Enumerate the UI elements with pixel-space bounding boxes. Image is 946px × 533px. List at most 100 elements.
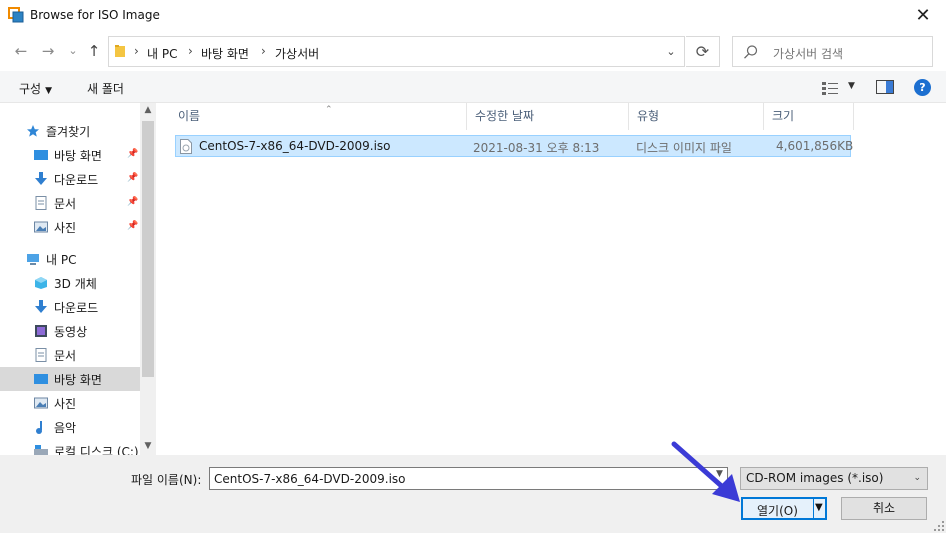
pc-icon <box>27 254 39 265</box>
star-icon <box>27 125 39 137</box>
split-divider <box>813 499 814 518</box>
breadcrumb-separator: › <box>188 44 193 58</box>
column-header-label: 이름 <box>178 109 201 123</box>
resize-grip-icon[interactable] <box>934 521 944 531</box>
sort-ascending-icon: ⌃ <box>325 105 333 115</box>
sidebar-item-label: 동영상 <box>54 325 88 339</box>
file-type-filter-value: CD-ROM images (*.iso) <box>746 471 884 485</box>
sidebar-item-label: 내 PC <box>46 253 77 267</box>
sidebar-item-videos[interactable]: 동영상 <box>0 319 140 343</box>
sidebar-item-pictures[interactable]: 사진 <box>0 391 140 415</box>
vmware-app-icon <box>8 7 24 23</box>
scrollbar-thumb[interactable] <box>142 121 154 377</box>
caret-down-icon: ▼ <box>45 86 53 96</box>
pin-icon: 📌 <box>127 221 139 231</box>
sidebar-scrollbar[interactable]: ▲ ▼ <box>140 103 156 455</box>
pictures-icon <box>34 397 48 409</box>
sidebar-item-label: 음악 <box>54 421 77 435</box>
sidebar-item-label: 사진 <box>54 397 77 411</box>
breadcrumb-separator: › <box>261 44 266 58</box>
filename-input[interactable] <box>209 467 728 490</box>
title-bar: Browse for ISO Image ✕ <box>0 0 946 31</box>
sidebar-item-my-pc[interactable]: 내 PC <box>0 247 140 271</box>
desktop-icon <box>34 374 48 384</box>
desktop-icon <box>34 150 48 160</box>
breadcrumb-separator: › <box>134 44 139 58</box>
open-options-caret-icon[interactable]: ▼ <box>815 502 823 513</box>
command-toolbar: 구성 ▼ 새 폴더 ▼ ? <box>0 71 946 103</box>
file-name: CentOS-7-x86_64-DVD-2009.iso <box>199 139 391 153</box>
pin-icon: 📌 <box>127 149 139 159</box>
document-icon <box>35 196 47 210</box>
recent-locations-button[interactable]: ⌄ <box>64 42 82 60</box>
sidebar-item-documents-pinned[interactable]: 문서 📌 <box>0 191 140 215</box>
column-header-size[interactable]: 크기 <box>764 103 854 130</box>
sidebar-item-downloads-pinned[interactable]: 다운로드 📌 <box>0 167 140 191</box>
column-header-modified[interactable]: 수정한 날짜 <box>467 103 629 130</box>
sidebar-item-label: 문서 <box>54 197 77 211</box>
navigation-bar: ← → ⌄ ↑ › 내 PC › 바탕 화면 › 가상서버 ⌄ ⟳ 가상서버 검… <box>0 33 946 69</box>
download-icon <box>35 300 47 313</box>
sidebar-item-documents[interactable]: 문서 <box>0 343 140 367</box>
address-bar[interactable]: › 내 PC › 바탕 화면 › 가상서버 ⌄ <box>108 36 685 67</box>
organize-label: 구성 <box>19 82 42 96</box>
organize-menu[interactable]: 구성 ▼ <box>19 80 52 97</box>
file-row[interactable]: CentOS-7-x86_64-DVD-2009.iso 2021-08-31 … <box>175 135 853 157</box>
sidebar-item-3d-objects[interactable]: 3D 개체 <box>0 271 140 295</box>
view-options-icon[interactable] <box>822 81 840 95</box>
scroll-up-arrow-icon[interactable]: ▲ <box>140 105 156 115</box>
search-box[interactable]: 가상서버 검색 <box>732 36 933 67</box>
forward-button[interactable]: → <box>39 42 57 60</box>
sidebar-item-label: 문서 <box>54 349 77 363</box>
view-options-caret-icon[interactable]: ▼ <box>848 81 855 91</box>
back-button[interactable]: ← <box>12 42 30 60</box>
cube-icon <box>35 277 47 289</box>
drive-icon <box>34 445 48 455</box>
column-header-type[interactable]: 유형 <box>629 103 764 130</box>
disc-image-file-icon <box>180 139 192 154</box>
sidebar-item-desktop[interactable]: 바탕 화면 <box>0 367 140 391</box>
pin-icon: 📌 <box>127 197 139 207</box>
navigation-pane: 즐겨찾기 바탕 화면 📌 다운로드 📌 문서 📌 사진 📌 내 PC 3D 개체… <box>0 103 156 455</box>
search-placeholder: 가상서버 검색 <box>773 47 844 61</box>
video-icon <box>35 325 47 337</box>
file-type-filter[interactable]: CD-ROM images (*.iso) ⌄ <box>740 467 928 490</box>
close-button[interactable]: ✕ <box>900 0 946 31</box>
sidebar-item-music[interactable]: 음악 <box>0 415 140 439</box>
sidebar-item-label: 다운로드 <box>54 301 99 315</box>
pictures-icon <box>34 221 48 233</box>
document-icon <box>35 348 47 362</box>
breadcrumb-virtual-server[interactable]: 가상서버 <box>275 45 319 62</box>
sidebar-item-label: 사진 <box>54 221 77 235</box>
filename-label: 파일 이름(N): <box>131 473 202 487</box>
open-button[interactable]: 열기(O) ▼ <box>741 497 827 520</box>
window-title: Browse for ISO Image <box>30 8 160 22</box>
column-header-name[interactable]: 이름 ⌃ <box>170 103 467 130</box>
address-dropdown-button[interactable]: ⌄ <box>661 43 681 61</box>
scroll-down-arrow-icon[interactable]: ▼ <box>140 441 156 451</box>
new-folder-button[interactable]: 새 폴더 <box>87 80 124 97</box>
breadcrumb-desktop[interactable]: 바탕 화면 <box>201 45 249 62</box>
dialog-footer: 파일 이름(N): ▼ CD-ROM images (*.iso) ⌄ 열기(O… <box>0 455 946 533</box>
sidebar-item-desktop-pinned[interactable]: 바탕 화면 📌 <box>0 143 140 167</box>
annotation-arrow-icon <box>671 441 740 502</box>
open-button-label: 열기(O) <box>757 504 798 518</box>
folder-icon <box>115 45 125 57</box>
sidebar-item-label: 다운로드 <box>54 173 99 187</box>
music-icon <box>36 421 42 434</box>
refresh-button[interactable]: ⟳ <box>686 36 720 67</box>
sidebar-item-label: 즐겨찾기 <box>46 125 91 139</box>
sidebar-item-favorites[interactable]: 즐겨찾기 <box>0 119 140 143</box>
cancel-button[interactable]: 취소 <box>841 497 927 520</box>
up-button[interactable]: ↑ <box>85 42 103 60</box>
file-modified: 2021-08-31 오후 8:13 <box>473 141 600 155</box>
preview-pane-icon[interactable] <box>876 80 894 94</box>
sidebar-item-pictures-pinned[interactable]: 사진 📌 <box>0 215 140 239</box>
help-icon[interactable]: ? <box>914 79 931 96</box>
sidebar-item-local-disk[interactable]: 로컬 디스크 (C:) <box>0 439 140 455</box>
sidebar-item-label: 바탕 화면 <box>54 373 102 387</box>
breadcrumb-my-pc[interactable]: 내 PC <box>147 45 177 62</box>
sidebar-item-downloads[interactable]: 다운로드 <box>0 295 140 319</box>
download-icon <box>35 172 47 185</box>
sidebar-item-label: 바탕 화면 <box>54 149 102 163</box>
